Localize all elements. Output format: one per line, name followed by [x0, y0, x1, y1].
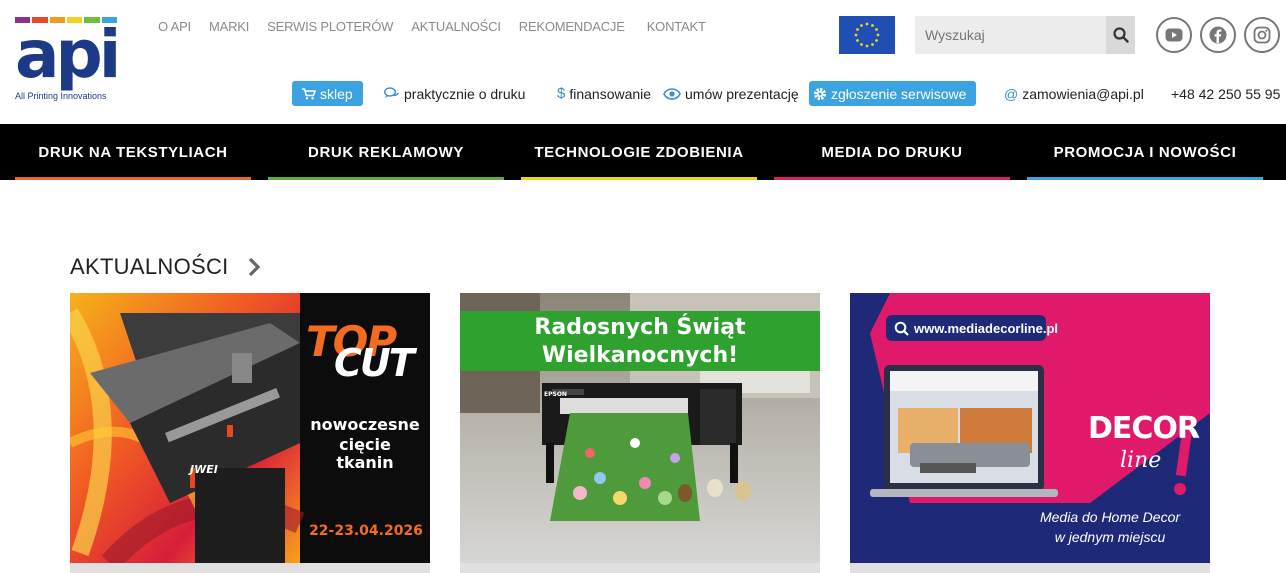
search-icon [1112, 27, 1129, 43]
decor-brand-bottom: line [1120, 448, 1162, 473]
api-logo[interactable]: api All Printing Innovations [15, 16, 121, 109]
facebook-icon [1209, 26, 1227, 44]
card-caption-bar [460, 563, 820, 573]
nav-underline [268, 177, 504, 180]
top-nav-recommendations[interactable]: REKOMENDACJE [519, 19, 625, 34]
printer-brand: EPSON [544, 391, 567, 398]
decor-tagline1: Media do Home Decor [1039, 509, 1181, 525]
service-request-label: zgłoszenie serwisowe [831, 85, 967, 102]
main-nav: DRUK NA TEKSTYLIACH DRUK REKLAMOWY TECHN… [0, 124, 1286, 180]
news-card-decorline[interactable]: www.mediadecorline.pl DECOR line Media d… [850, 293, 1210, 563]
email-link[interactable]: @ zamowienia@api.pl [1004, 81, 1144, 106]
topcut-date: 22-23.04.2026 [309, 523, 423, 539]
card-caption-bar [70, 563, 430, 573]
nav-underline [521, 177, 757, 180]
top-nav-plotter-service[interactable]: SERWIS PLOTERÓW [267, 19, 393, 34]
financing-label: finansowanie [569, 85, 652, 102]
instagram-link[interactable] [1244, 17, 1280, 53]
topcut-line2: cięcie [339, 435, 391, 454]
search-box [915, 16, 1135, 54]
search-button[interactable] [1106, 16, 1135, 54]
eye-icon [663, 87, 681, 100]
presentation-label: umów prezentację [685, 85, 799, 102]
facebook-link[interactable] [1200, 17, 1236, 53]
topcut-line1: nowoczesne [310, 415, 420, 434]
news-heading: AKTUALNOŚCI [70, 254, 229, 279]
phone-label: +48 42 250 55 95 [1171, 85, 1281, 102]
chat-icon [384, 87, 399, 98]
nav-underline [1027, 177, 1263, 180]
logo-tagline: All Printing Innovations [15, 91, 107, 101]
top-nav-news[interactable]: AKTUALNOŚCI [411, 19, 501, 34]
decor-brand-top: DECOR [1088, 411, 1200, 446]
print-info-label: praktycznie o druku [404, 85, 526, 102]
main-nav-label: TECHNOLOGIE ZDOBIENIA [534, 143, 744, 161]
at-icon: @ [1004, 85, 1019, 102]
topcut-logo-bottom: CUT [334, 341, 415, 385]
financing-link[interactable]: $ finansowanie [557, 81, 651, 106]
main-nav-label: DRUK REKLAMOWY [308, 143, 464, 161]
shop-label: sklep [320, 85, 353, 102]
email-label: zamowienia@api.pl [1022, 85, 1144, 102]
youtube-link[interactable] [1156, 17, 1192, 53]
main-nav-promotions-news[interactable]: PROMOCJA I NOWOŚCI [1027, 124, 1263, 180]
topcut-line3: tkanin [336, 453, 394, 472]
eu-flag-icon[interactable] [839, 16, 895, 54]
nav-underline [774, 177, 1010, 180]
cart-icon [302, 87, 316, 99]
shop-button[interactable]: sklep [292, 81, 363, 106]
service-request-button[interactable]: zgłoszenie serwisowe [809, 81, 977, 106]
news-card-topcut[interactable]: TOP CUT nowoczesne cięcie tkanin 22-23.0… [70, 293, 430, 563]
main-nav-advertising-printing[interactable]: DRUK REKLAMOWY [268, 124, 504, 180]
search-icon [894, 321, 909, 336]
easter-line2: Wielkanocnych! [541, 343, 739, 368]
dollar-icon: $ [557, 85, 566, 102]
search-input[interactable] [915, 16, 1106, 54]
phone-link[interactable]: +48 42 250 55 95 [1171, 81, 1280, 106]
top-nav-about[interactable]: O API [158, 19, 191, 34]
main-nav-label: MEDIA DO DRUKU [821, 143, 963, 161]
main-nav-print-media[interactable]: MEDIA DO DRUKU [774, 124, 1010, 180]
news-card-easter[interactable]: Radosnych Świąt Wielkanocnych! EPSON [460, 293, 820, 563]
card-caption-bar [850, 563, 1210, 573]
decor-url: www.mediadecorline.pl [914, 321, 1058, 336]
machine-badge: JWEI [190, 463, 218, 476]
decor-tagline2: w jednym miejscu [1054, 529, 1166, 545]
main-nav-label: DRUK NA TEKSTYLIACH [38, 143, 228, 161]
print-info-link[interactable]: praktycznie o druku [384, 81, 525, 106]
main-nav-label: PROMOCJA I NOWOŚCI [1053, 143, 1237, 161]
main-nav-textile-printing[interactable]: DRUK NA TEKSTYLIACH [15, 124, 251, 180]
top-nav: O API MARKI SERWIS PLOTERÓW AKTUALNOŚCI … [158, 19, 706, 34]
instagram-icon [1253, 26, 1271, 44]
gear-icon [813, 87, 827, 100]
logo-wordmark: api [15, 16, 121, 93]
main-nav-decoration-technologies[interactable]: TECHNOLOGIE ZDOBIENIA [521, 124, 757, 180]
page: api All Printing Innovations O API MARKI… [0, 0, 1286, 573]
top-nav-contact[interactable]: KONTAKT [647, 19, 706, 34]
easter-line1: Radosnych Świąt [534, 315, 746, 340]
youtube-icon [1165, 28, 1183, 42]
nav-underline [15, 177, 251, 180]
top-nav-brands[interactable]: MARKI [209, 19, 249, 34]
chevron-right-icon[interactable] [247, 257, 261, 277]
news-section-header[interactable]: AKTUALNOŚCI [70, 254, 261, 280]
presentation-link[interactable]: umów prezentację [663, 81, 799, 106]
